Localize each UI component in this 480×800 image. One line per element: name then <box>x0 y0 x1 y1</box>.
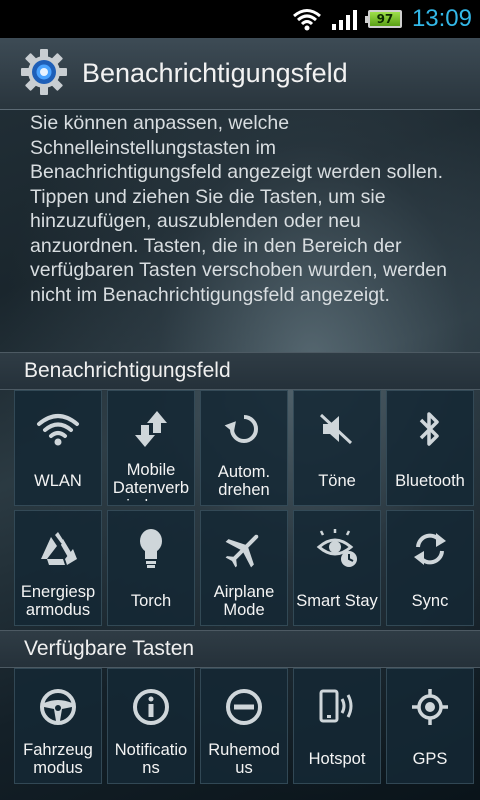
signal-icon <box>331 8 358 30</box>
tile-airplane-mode[interactable]: Airplane Mode <box>200 510 288 626</box>
section-header-active: Benachrichtigungsfeld <box>0 352 480 390</box>
gear-icon <box>20 48 68 100</box>
sync-icon <box>406 525 454 573</box>
page-title: Benachrichtigungsfeld <box>82 58 348 88</box>
tile-blocking-mode[interactable]: Ruhemod us <box>200 668 288 784</box>
clock: 13:09 <box>411 5 472 32</box>
mobile-data-icon <box>127 405 175 453</box>
sound-muted-icon <box>313 405 361 453</box>
description-text: Sie können anpassen, welche Schnelleinst… <box>30 112 447 306</box>
tile-label: Torch <box>130 592 172 610</box>
tile-label: Notificatio ns <box>114 741 188 777</box>
tile-sounds[interactable]: Töne <box>293 390 381 506</box>
info-icon <box>127 683 175 731</box>
airplane-icon <box>220 525 268 573</box>
tile-driving-mode[interactable]: Fahrzeug modus <box>14 668 102 784</box>
tile-label: Mobile Datenverb indung <box>112 461 190 501</box>
smart-stay-icon <box>313 525 361 573</box>
tile-label: Bluetooth <box>395 472 465 490</box>
tile-power-saving[interactable]: Energiesp armodus <box>14 510 102 626</box>
tile-label: Sync <box>411 592 449 610</box>
tile-mobile-data[interactable]: Mobile Datenverb indung <box>107 390 195 506</box>
tile-sync[interactable]: Sync <box>386 510 474 626</box>
tile-label: Ruhemod us <box>208 741 280 777</box>
available-tiles-grid: Fahrzeug modus Notificatio ns Ruhemod us <box>14 668 474 784</box>
tile-label: Hotspot <box>308 750 366 768</box>
tile-label: Autom. drehen <box>217 463 271 499</box>
tile-smart-stay[interactable]: Smart Stay <box>293 510 381 626</box>
battery-level: 97 <box>364 10 402 28</box>
tile-label: Airplane Mode <box>213 583 275 619</box>
tile-wlan[interactable]: WLAN <box>14 390 102 506</box>
tile-notifications[interactable]: Notificatio ns <box>107 668 195 784</box>
tile-hotspot[interactable]: Hotspot <box>293 668 381 784</box>
tile-label: Smart Stay <box>296 592 378 610</box>
status-bar: 97 13:09 <box>0 0 480 38</box>
wifi-icon <box>34 405 82 453</box>
active-tiles-grid: WLAN Mobile Datenverb indung Autom. dreh… <box>14 390 474 626</box>
tile-torch[interactable]: Torch <box>107 510 195 626</box>
hotspot-icon <box>313 683 361 731</box>
rotate-icon <box>220 405 268 453</box>
tile-gps[interactable]: GPS <box>386 668 474 784</box>
tile-label: Fahrzeug modus <box>23 741 93 777</box>
title-bar: Benachrichtigungsfeld <box>0 38 480 110</box>
torch-icon <box>127 525 175 573</box>
tile-label: GPS <box>412 750 448 768</box>
do-not-disturb-icon <box>220 683 268 731</box>
tile-label: Energiesp armodus <box>20 583 96 619</box>
tile-label: Töne <box>318 472 356 490</box>
steering-wheel-icon <box>34 683 82 731</box>
tile-auto-rotate[interactable]: Autom. drehen <box>200 390 288 506</box>
bluetooth-icon <box>406 405 454 453</box>
battery-icon: 97 <box>364 10 402 28</box>
tile-bluetooth[interactable]: Bluetooth <box>386 390 474 506</box>
gps-icon <box>406 683 454 731</box>
section-header-available: Verfügbare Tasten <box>0 630 480 668</box>
recycle-icon <box>34 525 82 573</box>
tile-label: WLAN <box>34 472 82 490</box>
wifi-icon <box>292 7 322 31</box>
